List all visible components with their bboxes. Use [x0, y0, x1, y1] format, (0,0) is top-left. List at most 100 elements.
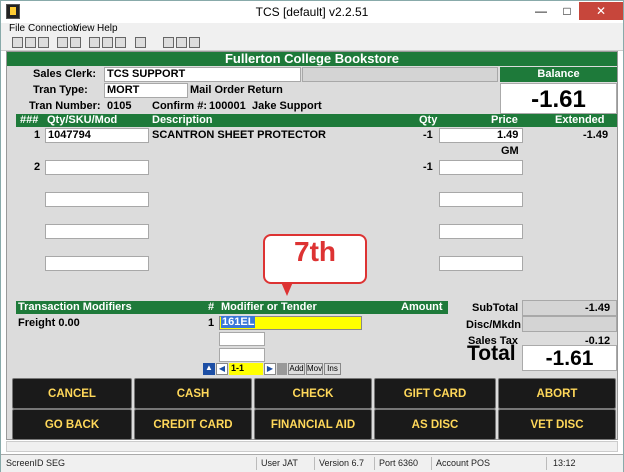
- blank-field: [302, 67, 498, 82]
- next-icon[interactable]: ▶: [264, 363, 276, 375]
- row4-sku-field[interactable]: [45, 224, 149, 239]
- lock-icon[interactable]: [57, 37, 68, 48]
- modifiers-amount-col: Amount: [401, 301, 443, 313]
- row5-sku-field[interactable]: [45, 256, 149, 271]
- tran-type-desc: Mail Order Return: [190, 84, 283, 96]
- row1-num: 1: [34, 129, 41, 141]
- row5-price-field[interactable]: [439, 256, 523, 271]
- status-separator: [546, 457, 547, 470]
- go-back-button[interactable]: GO BACK: [12, 409, 132, 440]
- tender-field-2[interactable]: [219, 332, 265, 346]
- status-separator: [374, 457, 375, 470]
- disc-label: Disc/Mkdn: [466, 319, 522, 331]
- first-icon[interactable]: ▲: [203, 363, 215, 375]
- message-bar: [6, 441, 618, 452]
- row1-sku: 1047794: [48, 129, 91, 141]
- cash-button[interactable]: CASH: [134, 378, 252, 409]
- last-icon[interactable]: [277, 363, 287, 375]
- tender-value: 161EL: [221, 316, 256, 328]
- total-value: -1.61: [522, 345, 617, 371]
- balance-label: Balance: [500, 67, 617, 82]
- row3-sku-field[interactable]: [45, 192, 149, 207]
- print-icon[interactable]: [38, 37, 49, 48]
- maximize-button[interactable]: □: [554, 2, 580, 20]
- balance-value: -1.61: [500, 83, 617, 114]
- menu-help[interactable]: Help: [97, 23, 118, 34]
- sales-clerk-label: Sales Clerk:: [33, 68, 96, 80]
- row1-sub: GM: [501, 145, 519, 157]
- pos-panel: Fullerton College Bookstore Sales Clerk:…: [6, 51, 618, 440]
- row3-price-field[interactable]: [439, 192, 523, 207]
- status-port: Port 6360: [379, 458, 419, 468]
- disc-field: [522, 316, 617, 332]
- title-bar: TCS [default] v2.2.51 — □ ✕: [1, 1, 623, 23]
- financial-aid-button[interactable]: FINANCIAL AID: [254, 409, 372, 440]
- confirm-value: 100001: [209, 100, 246, 112]
- cancel-button[interactable]: CANCEL: [12, 378, 132, 409]
- copy-icon[interactable]: [70, 37, 81, 48]
- check-button[interactable]: CHECK: [254, 378, 372, 409]
- row1-desc: SCANTRON SHEET PROTECTOR: [152, 129, 326, 141]
- sales-clerk-value: TCS SUPPORT: [107, 68, 186, 80]
- row2-price-field[interactable]: [439, 160, 523, 175]
- as-disc-button[interactable]: AS DISC: [374, 409, 496, 440]
- modifier-freight: Freight 0.00: [18, 317, 80, 329]
- col-extended: Extended: [555, 114, 605, 126]
- callout-text: 7th: [294, 236, 336, 267]
- modifiers-num-col: #: [208, 301, 215, 313]
- tran-type-label: Tran Type:: [33, 84, 88, 96]
- menu-view[interactable]: View: [73, 23, 95, 34]
- dropdown-icon[interactable]: [135, 37, 146, 48]
- abort-button[interactable]: ABORT: [498, 378, 616, 409]
- vet-disc-button[interactable]: VET DISC: [498, 409, 616, 440]
- search-icon[interactable]: [102, 37, 113, 48]
- users-icon[interactable]: [176, 37, 187, 48]
- col-price: Price: [491, 114, 518, 126]
- close-button[interactable]: ✕: [579, 2, 623, 20]
- confirm-label: Confirm #:: [152, 100, 207, 112]
- row1-qty: -1: [423, 129, 433, 141]
- status-separator: [314, 457, 315, 470]
- col-description: Description: [152, 114, 213, 126]
- menu-connection[interactable]: Connection: [28, 23, 79, 34]
- row2-num: 2: [34, 161, 41, 173]
- modifier-num: 1: [208, 317, 215, 329]
- minimize-button[interactable]: —: [528, 2, 554, 20]
- status-bar: ScreenID SEG User JAT Version 6.7 Port 6…: [1, 454, 623, 472]
- menu-file[interactable]: File: [9, 23, 25, 34]
- toolbar: [1, 35, 623, 51]
- subtotal-label: SubTotal: [472, 302, 519, 314]
- status-version: Version 6.7: [319, 458, 365, 468]
- gift-card-button[interactable]: GIFT CARD: [374, 378, 496, 409]
- tran-type-value: MORT: [107, 84, 140, 96]
- help-icon[interactable]: [189, 37, 200, 48]
- row2-qty: -1: [423, 161, 433, 173]
- status-separator: [256, 457, 257, 470]
- save-icon[interactable]: [25, 37, 36, 48]
- col-qty: Qty: [419, 114, 438, 126]
- app-window: TCS [default] v2.2.51 — □ ✕ File Connect…: [0, 0, 624, 472]
- modifiers-title: Transaction Modifiers: [18, 301, 132, 313]
- total-label: Total: [467, 342, 516, 365]
- move-button[interactable]: Mov: [306, 363, 323, 375]
- book-icon[interactable]: [115, 37, 126, 48]
- credit-card-button[interactable]: CREDIT CARD: [134, 409, 252, 440]
- row1-price: 1.49: [497, 129, 519, 141]
- modifiers-tender-col: Modifier or Tender: [221, 301, 317, 313]
- status-account: Account POS: [436, 458, 491, 468]
- tender-field-3[interactable]: [219, 348, 265, 362]
- monitor-icon[interactable]: [89, 37, 100, 48]
- insert-button[interactable]: Ins: [324, 363, 341, 375]
- store-title: Fullerton College Bookstore: [7, 52, 617, 66]
- tools-icon[interactable]: [163, 37, 174, 48]
- row4-price-field[interactable]: [439, 224, 523, 239]
- prev-icon[interactable]: ◀: [216, 363, 228, 375]
- new-icon[interactable]: [12, 37, 23, 48]
- add-button[interactable]: Add: [288, 363, 305, 375]
- row2-sku-field[interactable]: [45, 160, 149, 175]
- tran-number-value: 0105: [107, 100, 132, 112]
- status-separator: [431, 457, 432, 470]
- subtotal-value: -1.49: [585, 302, 611, 314]
- status-time: 13:12: [553, 458, 576, 468]
- col-sku: Qty/SKU/Mod: [47, 114, 118, 126]
